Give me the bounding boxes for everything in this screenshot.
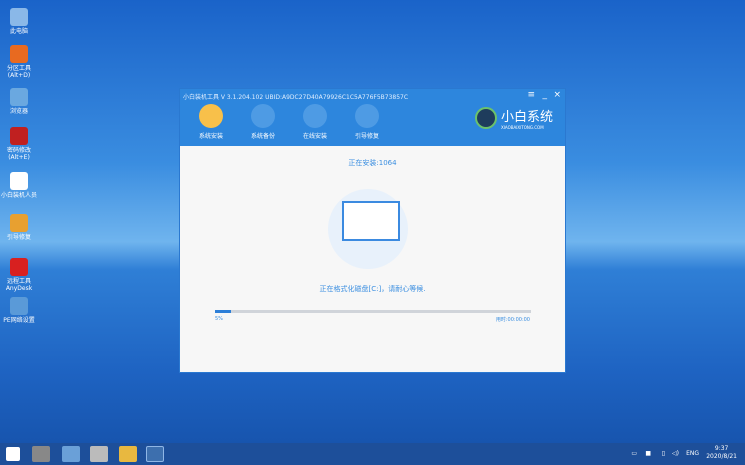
window-title: 小白装机工具 V 3.1.204.102 UBID:A9DC27D40A7992…	[183, 94, 409, 101]
language-indicator[interactable]: ENG	[686, 450, 699, 457]
desktop-icon[interactable]: 此电脑	[0, 8, 38, 35]
tab-label: 系统备份	[250, 133, 275, 140]
taskbar-app-disk[interactable]	[32, 446, 50, 462]
taskbar-app-computer[interactable]	[62, 446, 80, 462]
menu-icon[interactable]: ≡	[527, 90, 535, 100]
logo-icon	[474, 107, 497, 129]
tab-system-backup[interactable]: 系统备份	[238, 104, 288, 140]
tab-label: 系统安装	[198, 133, 223, 140]
desktop-icon[interactable]: PE网络设置	[0, 297, 38, 324]
taskbar-app-folder[interactable]	[119, 446, 137, 462]
app-icon	[10, 8, 28, 26]
app-icon	[10, 258, 28, 276]
desktop-icon[interactable]: 密码修改(Alt+E)	[0, 127, 38, 161]
desktop-icon[interactable]: 分区工具(Alt+D)	[0, 45, 38, 79]
app-icon	[10, 45, 28, 63]
tab-label: 在线安装	[302, 133, 327, 140]
volume-icon[interactable]: ◁)	[672, 450, 679, 457]
desktop-icon[interactable]: 浏览器	[0, 88, 38, 115]
desktop-icon-label: 分区工具(Alt+D)	[6, 65, 31, 79]
desktop-icon-label: 小白装机人员	[0, 192, 37, 199]
monitor-illustration	[328, 189, 408, 269]
desktop-icon[interactable]: 引导修复	[0, 214, 38, 241]
desktop-icon-label: 密码修改(Alt+E)	[6, 147, 31, 161]
status-message: 正在格式化磁盘[C:]，请耐心等候.	[319, 285, 426, 293]
app-icon	[10, 88, 28, 106]
app-icon	[10, 297, 28, 315]
taskbar-app-installer[interactable]	[146, 446, 164, 462]
clock-date: 2020/8/21	[706, 453, 737, 460]
usb-icon[interactable]: ▯	[662, 450, 665, 457]
close-button[interactable]: ×	[553, 90, 561, 100]
app-icon	[10, 127, 28, 145]
color-icon[interactable]: ■	[645, 450, 651, 457]
start-button[interactable]	[6, 447, 20, 461]
network-icon[interactable]: ▭	[631, 450, 637, 457]
window-header: 小白装机工具 V 3.1.204.102 UBID:A9DC27D40A7992…	[180, 89, 565, 146]
desktop-icon-label: 浏览器	[9, 108, 28, 115]
progress-bar	[215, 310, 531, 313]
clock-time: 9:37	[714, 445, 729, 452]
clock[interactable]: 9:37 2020/8/21	[706, 445, 737, 461]
logo-url: XIAOBAIXITONG.COM	[500, 125, 544, 130]
elapsed-time: 用时:00:00:00	[495, 317, 530, 323]
app-icon	[10, 214, 28, 232]
desktop-icon-label: 引导修复	[6, 234, 31, 241]
tab-system-install[interactable]: 系统安装	[186, 104, 236, 140]
app-icon	[10, 172, 28, 190]
desktop-icon-label: PE网络设置	[3, 317, 35, 324]
desktop-icon[interactable]: 远程工具AnyDesk	[0, 258, 38, 292]
logo: 小白系统 XIAOBAIXITONG.COM	[474, 106, 553, 130]
desktop-icon-label: 此电脑	[9, 28, 28, 35]
install-status: 正在安装:1064	[348, 159, 397, 167]
installer-window: 小白装机工具 V 3.1.204.102 UBID:A9DC27D40A7992…	[179, 88, 566, 373]
taskbar: ▭ ■ ▯ ◁) ENG 9:37 2020/8/21	[0, 443, 745, 465]
tab-boot-repair[interactable]: 引导修复	[342, 104, 392, 140]
tab-online-install[interactable]: 在线安装	[290, 104, 340, 140]
desktop-icon[interactable]: 小白装机人员	[0, 172, 38, 199]
taskbar-app-network[interactable]	[90, 446, 108, 462]
tab-label: 引导修复	[354, 133, 379, 140]
logo-text: 小白系统	[500, 110, 553, 125]
desktop-icon-label: 远程工具AnyDesk	[5, 278, 33, 292]
progress-percent: 5%	[215, 316, 223, 322]
minimize-button[interactable]: _	[543, 90, 548, 100]
